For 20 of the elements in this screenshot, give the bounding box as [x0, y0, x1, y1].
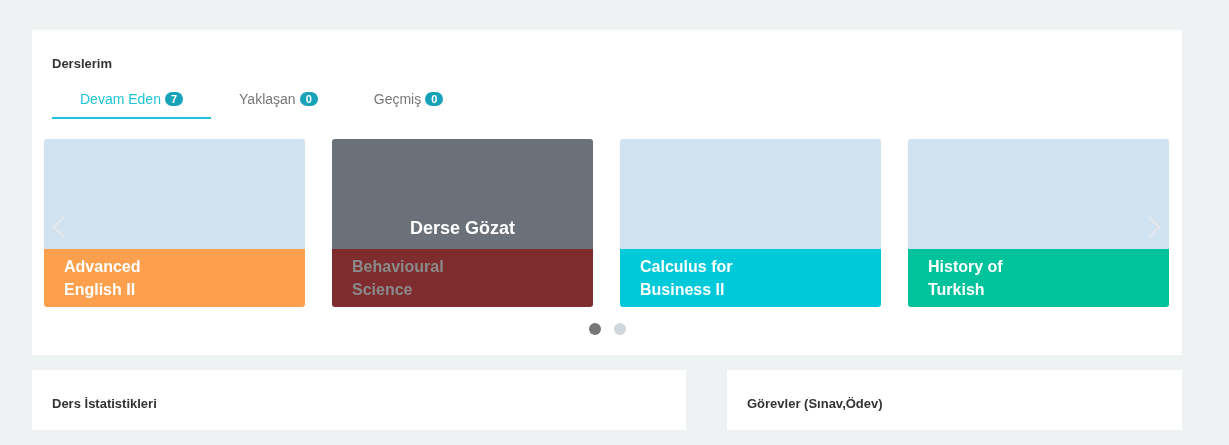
count-badge: 0	[299, 92, 318, 106]
course-name: History of Turkish	[928, 257, 1004, 300]
panel-title: Ders İstatistikleri	[51, 396, 158, 411]
course-card[interactable]: Derse Gözat Behavioural Science	[332, 139, 593, 307]
carousel-dot[interactable]	[613, 323, 626, 335]
panel-title: Görevler (Sınav,Ödev)	[746, 396, 884, 411]
tab[interactable]: Geçmiş 0	[345, 91, 472, 119]
browse-label: Derse Gözat	[409, 218, 515, 239]
course-name: Advanced English II	[64, 257, 142, 300]
count-badge: 7	[164, 92, 184, 106]
carousel-dot[interactable]	[588, 323, 601, 335]
course-card[interactable]: Calculus for Business II	[620, 139, 881, 307]
tab[interactable]: Yaklaşan 0	[211, 91, 346, 119]
course-card[interactable]: History of Turkish	[908, 139, 1169, 307]
panel-title: Derslerim	[51, 56, 113, 71]
course-card[interactable]: Advanced English II	[44, 139, 305, 307]
count-badge: 0	[425, 92, 444, 106]
course-name: Behavioural Science	[352, 257, 445, 300]
course-name: Calculus for Business II	[640, 257, 734, 300]
tab[interactable]: Devam Eden 7	[52, 91, 212, 119]
